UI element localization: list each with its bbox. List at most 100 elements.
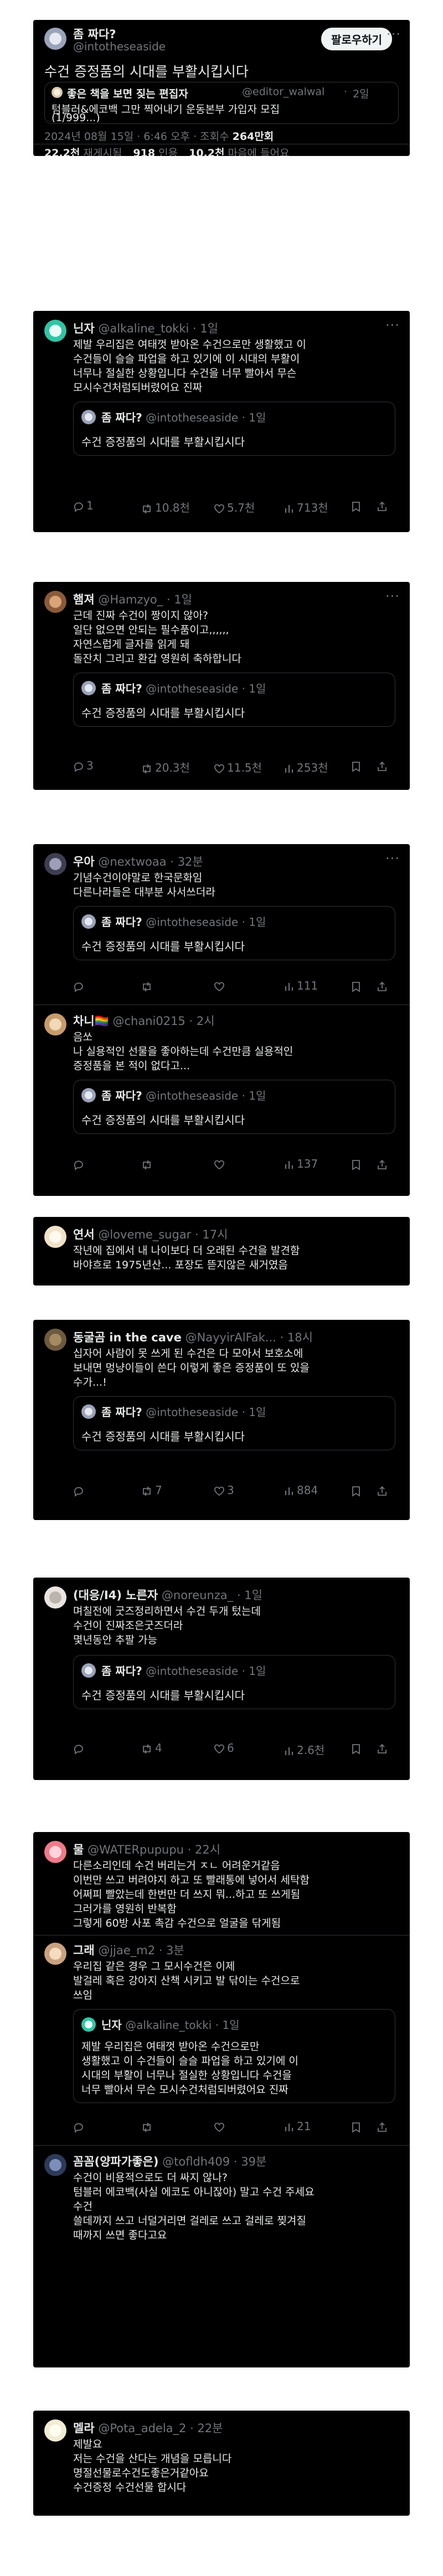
reply-author-name[interactable]: 물: [73, 1843, 84, 1856]
quote-count[interactable]: 918: [133, 147, 155, 156]
like-action[interactable]: [214, 2120, 227, 2133]
reply-author-name[interactable]: 햄져: [73, 593, 95, 606]
reply-handle[interactable]: @Hamzyo_: [98, 593, 163, 606]
avatar[interactable]: [44, 1013, 66, 1035]
views-action[interactable]: 713천: [284, 499, 328, 515]
share-action[interactable]: [377, 1157, 390, 1170]
quoted-post[interactable]: 좀 짜다? @intotheseaside · 1일 수건 증정품의 시대를 부…: [73, 673, 395, 727]
like-action[interactable]: 5.7천: [214, 499, 255, 515]
views-action[interactable]: 111: [284, 979, 318, 992]
avatar[interactable]: [44, 1329, 66, 1351]
quoted-post[interactable]: 좀 짜다? @intotheseaside · 1일 수건 증정품의 시대를 부…: [73, 1655, 395, 1709]
repost-action[interactable]: 4: [141, 1741, 162, 1755]
quoted-author-name: 좀 짜다?: [101, 915, 142, 929]
share-action[interactable]: [377, 499, 390, 512]
reply-action[interactable]: [73, 1484, 86, 1497]
reply-action[interactable]: 3: [73, 759, 94, 772]
quoted-handle: @intotheseaside: [146, 1406, 239, 1419]
reply-action[interactable]: 1: [73, 499, 94, 512]
repost-action[interactable]: 10.8천: [141, 499, 190, 515]
reply-handle[interactable]: @noreunza_: [162, 1589, 233, 1602]
quoted-post[interactable]: 닌자 @alkaline_tokki · 1일 제발 우리집은 여태껏 받아온 …: [73, 2009, 395, 2103]
repost-count[interactable]: 22.2천: [44, 147, 80, 156]
author-handle[interactable]: @intotheseaside: [73, 40, 166, 53]
views-action[interactable]: 21: [284, 2120, 311, 2133]
more-icon[interactable]: ···: [385, 851, 400, 866]
repost-action[interactable]: 20.3천: [141, 759, 190, 775]
like-count: 5.7천: [227, 501, 255, 514]
quoted-post[interactable]: 좀 짜다? @intotheseaside · 1일 수건 증정품의 시대를 부…: [73, 906, 395, 960]
avatar[interactable]: [44, 591, 66, 613]
reply-author-name[interactable]: (대응/I4) 노른자: [73, 1589, 158, 1602]
avatar[interactable]: [44, 2419, 66, 2442]
quoted-post[interactable]: 좋은 책을 보면 짖는 편집자 @editor_walwal · 2일 텀블러&…: [44, 82, 399, 124]
reply-handle[interactable]: @Pota_adela_2: [98, 2422, 186, 2435]
views-action[interactable]: 137: [284, 1157, 318, 1170]
repost-action[interactable]: [141, 2120, 155, 2133]
reply-author-name[interactable]: 멜라: [73, 2422, 95, 2435]
avatar[interactable]: [44, 320, 66, 342]
views-action[interactable]: 253천: [284, 759, 328, 775]
quoted-post[interactable]: 좀 짜다? @intotheseaside · 1일 수건 증정품의 시대를 부…: [73, 402, 395, 456]
avatar[interactable]: [44, 28, 66, 50]
bookmark-action[interactable]: [351, 1484, 363, 1497]
share-action[interactable]: [377, 1741, 390, 1755]
bookmark-action[interactable]: [351, 759, 363, 772]
reply-handle[interactable]: @nextwoaa: [98, 855, 166, 868]
share-action[interactable]: [377, 979, 390, 992]
like-action[interactable]: [214, 979, 227, 992]
repost-action[interactable]: [141, 1157, 155, 1170]
follow-button[interactable]: 팔로우하기: [321, 28, 392, 50]
reply-handle[interactable]: @NayyirAlFak...: [186, 1331, 276, 1344]
more-icon[interactable]: ···: [387, 27, 401, 42]
reply-author-name[interactable]: 차니🏳️‍🌈: [73, 1014, 109, 1028]
share-action[interactable]: [377, 759, 390, 772]
bookmark-action[interactable]: [351, 1741, 363, 1755]
avatar[interactable]: [44, 1943, 66, 1965]
reply-handle[interactable]: @tofldh409: [162, 2155, 230, 2168]
reply-action[interactable]: [73, 1157, 86, 1170]
view-count: 253천: [297, 761, 328, 774]
reply-action[interactable]: [73, 979, 86, 992]
reply-action[interactable]: [73, 1741, 86, 1755]
reply-text-line: 며칠전에 굿즈정리하면서 수건 두개 텄는데: [73, 1605, 261, 1617]
bookmark-action[interactable]: [351, 979, 363, 992]
reply-author-name[interactable]: 연서: [73, 1228, 95, 1241]
views-action[interactable]: 2.6천: [284, 1741, 324, 1757]
reply-author-name[interactable]: 동굴곰 in the cave: [73, 1331, 182, 1344]
reply-author-name[interactable]: 닌자: [73, 322, 95, 335]
avatar[interactable]: [44, 1226, 66, 1248]
reply-handle[interactable]: @jjae_m2: [98, 1944, 155, 1957]
bookmark-action[interactable]: [351, 2120, 363, 2133]
like-count[interactable]: 10.2천: [189, 147, 224, 156]
repost-action[interactable]: [141, 979, 155, 992]
quoted-post[interactable]: 좀 짜다? @intotheseaside · 1일 수건 증정품의 시대를 부…: [73, 1080, 395, 1134]
like-action[interactable]: 11.5천: [214, 759, 262, 775]
reply-author-name[interactable]: 우아: [73, 855, 95, 868]
reply-handle[interactable]: @WATERpupupu: [87, 1843, 184, 1856]
repost-icon: [141, 1157, 155, 1170]
repost-action[interactable]: 7: [141, 1484, 162, 1497]
quoted-post[interactable]: 좀 짜다? @intotheseaside · 1일 수건 증정품의 시대를 부…: [73, 1396, 395, 1450]
reply-handle[interactable]: @loveme_sugar: [98, 1228, 191, 1241]
reply-action[interactable]: [73, 2120, 86, 2133]
bookmark-action[interactable]: [351, 1157, 363, 1170]
like-action[interactable]: 3: [214, 1484, 234, 1497]
reply-handle[interactable]: @chani0215: [112, 1014, 185, 1028]
views-action[interactable]: 884: [284, 1484, 318, 1497]
avatar[interactable]: [44, 1586, 66, 1609]
quoted-time: 1일: [249, 1089, 266, 1102]
like-action[interactable]: 6: [214, 1741, 234, 1755]
avatar[interactable]: [44, 2154, 66, 2176]
avatar[interactable]: [44, 1841, 66, 1863]
more-icon[interactable]: ···: [385, 318, 400, 333]
share-action[interactable]: [377, 1484, 390, 1497]
share-action[interactable]: [377, 2120, 390, 2133]
reply-author-name[interactable]: 꼼꼼(양파가좋은): [73, 2155, 158, 2168]
reply-author-name[interactable]: 그래: [73, 1944, 95, 1957]
avatar[interactable]: [44, 853, 66, 875]
more-icon[interactable]: ···: [385, 589, 400, 604]
bookmark-action[interactable]: [351, 499, 363, 512]
reply-handle[interactable]: @alkaline_tokki: [98, 322, 189, 335]
like-action[interactable]: [214, 1157, 227, 1170]
